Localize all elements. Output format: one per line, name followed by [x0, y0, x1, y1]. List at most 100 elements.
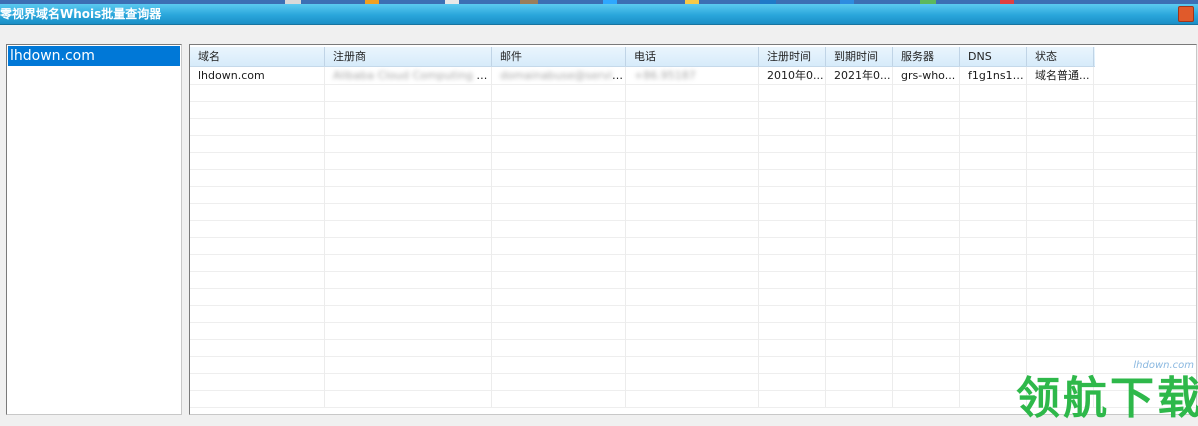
- empty-cell: [492, 339, 626, 356]
- empty-cell: [325, 135, 492, 152]
- empty-cell: [626, 305, 759, 322]
- empty-table-row: [190, 288, 1196, 306]
- empty-table-row: [190, 237, 1196, 255]
- domain-list-item[interactable]: lhdown.com: [8, 46, 180, 66]
- empty-cell: [190, 288, 325, 305]
- empty-cell: [759, 356, 826, 373]
- empty-cell: [759, 237, 826, 254]
- cell-registrar: Alibaba Cloud Computing (...: [325, 67, 492, 84]
- cell-email: domainabuse@service.aliyun.com: [492, 67, 626, 84]
- empty-cell: [325, 288, 492, 305]
- empty-cell: [190, 339, 325, 356]
- empty-cell: [759, 220, 826, 237]
- empty-cell: [626, 237, 759, 254]
- watermark-logo: 领航下载 lhdown.com: [1012, 352, 1198, 424]
- empty-cell: [325, 186, 492, 203]
- empty-cell: [893, 101, 960, 118]
- column-header-email[interactable]: 邮件: [492, 47, 626, 66]
- empty-cell: [492, 118, 626, 135]
- column-header-registrar[interactable]: 注册商: [325, 47, 492, 66]
- empty-cell: [1027, 288, 1094, 305]
- empty-cell: [893, 169, 960, 186]
- empty-cell: [1027, 305, 1094, 322]
- empty-cell: [325, 84, 492, 101]
- empty-cell: [325, 356, 492, 373]
- empty-cell: [626, 373, 759, 390]
- empty-cell: [190, 118, 325, 135]
- empty-cell: [492, 220, 626, 237]
- empty-cell: [759, 322, 826, 339]
- empty-cell: [325, 220, 492, 237]
- empty-cell: [190, 135, 325, 152]
- empty-cell: [1027, 152, 1094, 169]
- empty-cell: [325, 169, 492, 186]
- empty-cell: [626, 220, 759, 237]
- empty-cell: [190, 237, 325, 254]
- empty-cell: [759, 101, 826, 118]
- empty-cell: [960, 203, 1027, 220]
- empty-cell: [325, 322, 492, 339]
- cell-domain: lhdown.com: [190, 67, 325, 84]
- empty-cell: [492, 237, 626, 254]
- toolbar-area: [0, 25, 1198, 41]
- empty-cell: [492, 390, 626, 407]
- empty-cell: [190, 152, 325, 169]
- empty-cell: [492, 101, 626, 118]
- column-header-phone[interactable]: 电话: [626, 47, 759, 66]
- empty-cell: [960, 186, 1027, 203]
- empty-table-row: [190, 169, 1196, 187]
- column-header-server[interactable]: 服务器: [893, 47, 960, 66]
- table-row[interactable]: lhdown.com Alibaba Cloud Computing (... …: [190, 67, 1196, 85]
- empty-table-row: [190, 118, 1196, 136]
- empty-cell: [626, 288, 759, 305]
- empty-cell: [759, 186, 826, 203]
- empty-cell: [759, 152, 826, 169]
- column-header-dns[interactable]: DNS: [960, 47, 1027, 66]
- column-header-expire-date[interactable]: 到期时间: [826, 47, 893, 66]
- empty-cell: [893, 84, 960, 101]
- empty-cell: [626, 356, 759, 373]
- cell-dns: f1g1ns1....: [960, 67, 1027, 84]
- empty-cell: [626, 169, 759, 186]
- empty-cell: [626, 135, 759, 152]
- empty-cell: [190, 84, 325, 101]
- empty-cell: [759, 339, 826, 356]
- empty-cell: [1027, 254, 1094, 271]
- empty-cell: [1027, 186, 1094, 203]
- empty-cell: [325, 118, 492, 135]
- empty-cell: [325, 373, 492, 390]
- empty-table-row: [190, 186, 1196, 204]
- empty-cell: [759, 390, 826, 407]
- empty-cell: [190, 169, 325, 186]
- column-header-status[interactable]: 状态: [1027, 47, 1094, 66]
- close-button[interactable]: [1178, 6, 1194, 22]
- empty-cell: [826, 84, 893, 101]
- empty-cell: [190, 322, 325, 339]
- empty-cell: [492, 373, 626, 390]
- empty-cell: [1027, 101, 1094, 118]
- empty-table-row: [190, 101, 1196, 119]
- empty-cell: [325, 390, 492, 407]
- empty-cell: [893, 118, 960, 135]
- empty-cell: [826, 118, 893, 135]
- empty-cell: [759, 373, 826, 390]
- window-titlebar[interactable]: 零视界域名Whois批量查询器: [0, 4, 1198, 25]
- domain-list[interactable]: lhdown.com: [6, 44, 182, 415]
- empty-cell: [826, 322, 893, 339]
- empty-cell: [759, 203, 826, 220]
- empty-cell: [960, 254, 1027, 271]
- empty-cell: [826, 254, 893, 271]
- empty-cell: [1027, 118, 1094, 135]
- column-header-reg-date[interactable]: 注册时间: [759, 47, 826, 66]
- empty-cell: [960, 169, 1027, 186]
- empty-cell: [826, 186, 893, 203]
- empty-cell: [626, 203, 759, 220]
- cell-phone-text: +86.95187: [634, 69, 696, 82]
- column-header-domain[interactable]: 域名: [190, 47, 325, 66]
- empty-table-row: [190, 271, 1196, 289]
- empty-cell: [1027, 322, 1094, 339]
- empty-cell: [1027, 135, 1094, 152]
- watermark-url: lhdown.com: [1133, 360, 1194, 371]
- empty-table-row: [190, 220, 1196, 238]
- empty-cell: [492, 305, 626, 322]
